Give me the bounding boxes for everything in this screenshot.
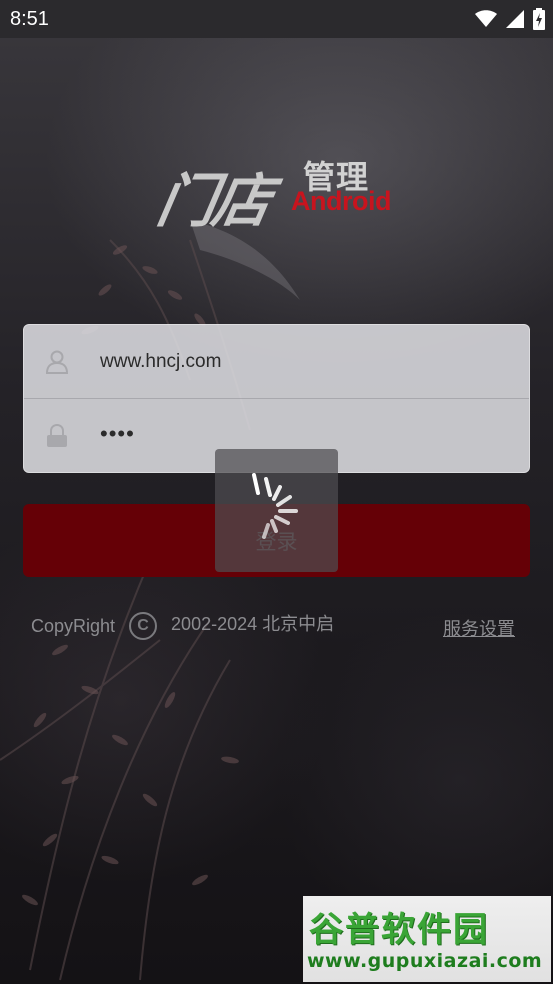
lock-icon [47,424,67,447]
username-input[interactable] [100,350,509,373]
status-time: 8:51 [10,7,49,30]
copyright-icon: C [129,612,158,640]
watermark-url: www.gupuxiazai.com [307,950,543,972]
service-settings-link[interactable]: 服务设置 [443,615,515,641]
battery-charging-icon [533,8,545,30]
wifi-icon [475,10,497,27]
password-input[interactable]: •••• [100,421,509,447]
copyright-label: CopyRight [31,615,116,636]
copyright-symbol: C [137,617,149,634]
signal-icon [506,10,524,28]
logo-main-text: 门店 [152,167,275,235]
spinner-icon [252,473,298,539]
logo-platform-text: Android [291,186,391,216]
copyright-text: CopyRight C 2002-2024 北京中启 [31,612,334,640]
loading-dialog [215,449,338,572]
username-row [24,325,529,399]
watermark-title: 谷普软件园 [309,910,489,950]
app-logo: 门店 管理 Android [152,150,400,235]
watermark: 谷普软件园 www.gupuxiazai.com [303,896,551,982]
user-icon [46,350,68,374]
status-icons [475,8,545,30]
status-bar: 8:51 [0,0,553,38]
copyright-years: 2002-2024 北京中启 [171,614,335,634]
